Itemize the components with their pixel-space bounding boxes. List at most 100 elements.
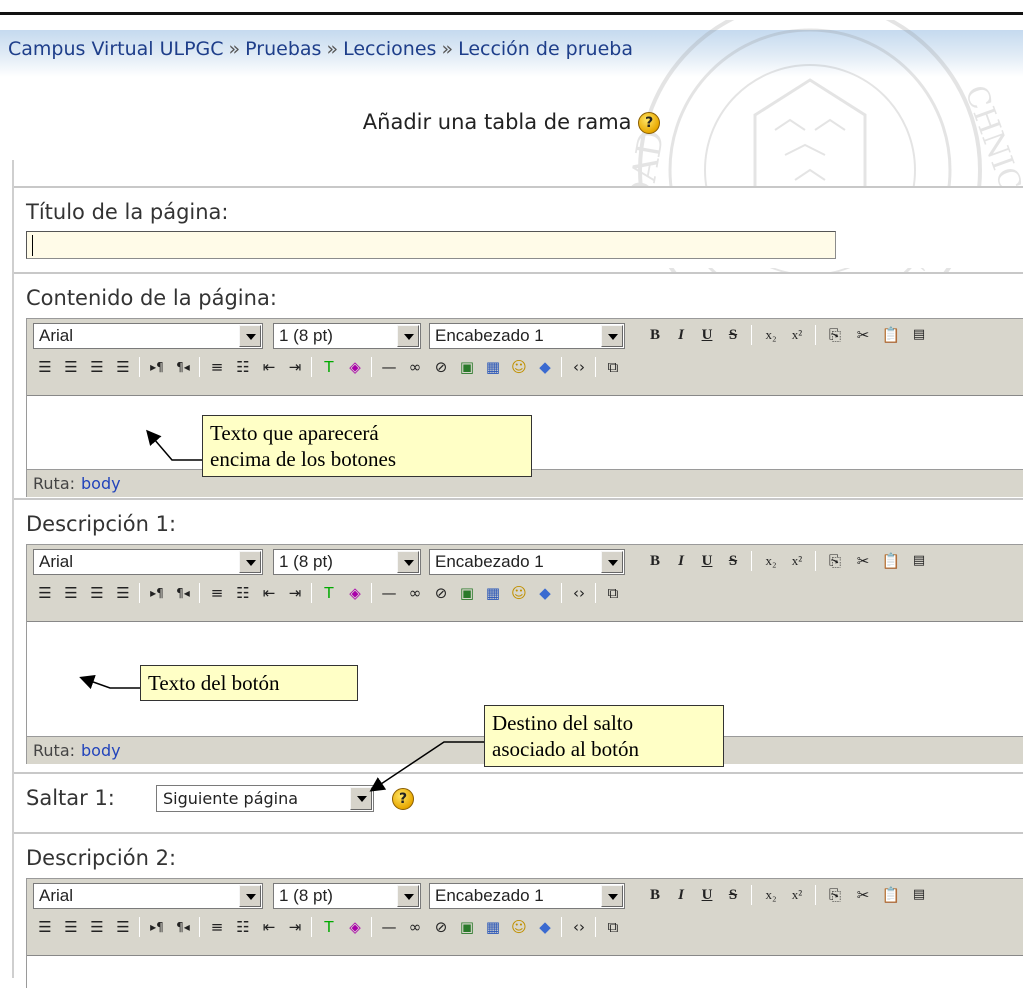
align-right-icon[interactable]: ☰ xyxy=(85,355,109,379)
bold-button[interactable]: B xyxy=(643,323,667,347)
fullscreen-icon[interactable]: ⧉ xyxy=(601,581,625,605)
copy-icon[interactable]: ⎘ xyxy=(823,549,847,573)
ltr-icon[interactable]: ▸¶ xyxy=(145,915,169,939)
table-icon[interactable]: ▦ xyxy=(481,915,505,939)
outdent-icon[interactable]: ⇤ xyxy=(257,581,281,605)
underline-button[interactable]: U xyxy=(695,549,719,573)
paste-word-icon[interactable]: ▤ xyxy=(907,549,931,573)
justify-icon[interactable]: ☰ xyxy=(111,915,135,939)
justify-icon[interactable]: ☰ xyxy=(111,581,135,605)
ordered-list-icon[interactable]: ≡ xyxy=(205,355,229,379)
bold-button[interactable]: B xyxy=(643,883,667,907)
font-family-select[interactable]: Arial xyxy=(33,883,263,909)
ltr-icon[interactable]: ▸¶ xyxy=(145,581,169,605)
link-icon[interactable]: ∞ xyxy=(403,915,427,939)
path-body-link[interactable]: body xyxy=(81,474,121,493)
smiley-icon[interactable]: ☺ xyxy=(507,355,531,379)
unlink-icon[interactable]: ⊘ xyxy=(429,581,453,605)
horizontal-rule-icon[interactable]: — xyxy=(377,581,401,605)
superscript-button[interactable]: x² xyxy=(785,323,809,347)
paste-icon[interactable]: 📋 xyxy=(879,883,903,907)
image-icon[interactable]: ▣ xyxy=(455,355,479,379)
font-size-select[interactable]: 1 (8 pt) xyxy=(273,883,421,909)
outdent-icon[interactable]: ⇤ xyxy=(257,355,281,379)
help-icon[interactable]: ? xyxy=(638,112,661,134)
subscript-button[interactable]: x₂ xyxy=(759,883,783,907)
text-color-icon[interactable]: T xyxy=(317,355,341,379)
ltr-icon[interactable]: ▸¶ xyxy=(145,355,169,379)
heading-select[interactable]: Encabezado 1 xyxy=(429,883,625,909)
page-title-input[interactable] xyxy=(26,231,836,259)
align-center-icon[interactable]: ☰ xyxy=(59,355,83,379)
font-size-select[interactable]: 1 (8 pt) xyxy=(273,549,421,575)
unlink-icon[interactable]: ⊘ xyxy=(429,355,453,379)
html-source-icon[interactable]: ‹› xyxy=(567,915,591,939)
align-left-icon[interactable]: ☰ xyxy=(33,915,57,939)
heading-select[interactable]: Encabezado 1 xyxy=(429,549,625,575)
text-color-icon[interactable]: T xyxy=(317,581,341,605)
fullscreen-icon[interactable]: ⧉ xyxy=(601,915,625,939)
underline-button[interactable]: U xyxy=(695,323,719,347)
copy-icon[interactable]: ⎘ xyxy=(823,323,847,347)
horizontal-rule-icon[interactable]: — xyxy=(377,915,401,939)
italic-button[interactable]: I xyxy=(669,549,693,573)
align-left-icon[interactable]: ☰ xyxy=(33,355,57,379)
jump-1-select[interactable]: Siguiente página xyxy=(156,785,374,812)
outdent-icon[interactable]: ⇤ xyxy=(257,915,281,939)
html-source-icon[interactable]: ‹› xyxy=(567,355,591,379)
special-char-icon[interactable]: ◆ xyxy=(533,915,557,939)
breadcrumb-home-link[interactable]: Campus Virtual ULPGC xyxy=(8,38,224,60)
paste-icon[interactable]: 📋 xyxy=(879,323,903,347)
cut-icon[interactable]: ✂ xyxy=(851,323,875,347)
underline-button[interactable]: U xyxy=(695,883,719,907)
align-right-icon[interactable]: ☰ xyxy=(85,581,109,605)
ordered-list-icon[interactable]: ≡ xyxy=(205,915,229,939)
unordered-list-icon[interactable]: ☷ xyxy=(231,355,255,379)
bg-color-icon[interactable]: ◈ xyxy=(343,915,367,939)
heading-select[interactable]: Encabezado 1 xyxy=(429,323,625,349)
superscript-button[interactable]: x² xyxy=(785,549,809,573)
smiley-icon[interactable]: ☺ xyxy=(507,915,531,939)
image-icon[interactable]: ▣ xyxy=(455,915,479,939)
font-size-select[interactable]: 1 (8 pt) xyxy=(273,323,421,349)
unordered-list-icon[interactable]: ☷ xyxy=(231,915,255,939)
path-body-link[interactable]: body xyxy=(81,741,121,760)
breadcrumb-lesson-link[interactable]: Lección de prueba xyxy=(458,38,633,60)
special-char-icon[interactable]: ◆ xyxy=(533,355,557,379)
superscript-button[interactable]: x² xyxy=(785,883,809,907)
special-char-icon[interactable]: ◆ xyxy=(533,581,557,605)
bg-color-icon[interactable]: ◈ xyxy=(343,581,367,605)
font-family-select[interactable]: Arial xyxy=(33,323,263,349)
cut-icon[interactable]: ✂ xyxy=(851,883,875,907)
jump-help-icon[interactable]: ? xyxy=(392,788,414,810)
paste-word-icon[interactable]: ▤ xyxy=(907,883,931,907)
link-icon[interactable]: ∞ xyxy=(403,581,427,605)
strikethrough-button[interactable]: S xyxy=(721,883,745,907)
align-center-icon[interactable]: ☰ xyxy=(59,581,83,605)
smiley-icon[interactable]: ☺ xyxy=(507,581,531,605)
subscript-button[interactable]: x₂ xyxy=(759,549,783,573)
rtl-icon[interactable]: ¶◂ xyxy=(171,581,195,605)
copy-icon[interactable]: ⎘ xyxy=(823,883,847,907)
horizontal-rule-icon[interactable]: — xyxy=(377,355,401,379)
font-family-select[interactable]: Arial xyxy=(33,549,263,575)
subscript-button[interactable]: x₂ xyxy=(759,323,783,347)
breadcrumb-course-link[interactable]: Pruebas xyxy=(245,38,321,60)
table-icon[interactable]: ▦ xyxy=(481,355,505,379)
rtl-icon[interactable]: ¶◂ xyxy=(171,355,195,379)
unlink-icon[interactable]: ⊘ xyxy=(429,915,453,939)
italic-button[interactable]: I xyxy=(669,883,693,907)
indent-icon[interactable]: ⇥ xyxy=(283,355,307,379)
align-right-icon[interactable]: ☰ xyxy=(85,915,109,939)
html-source-icon[interactable]: ‹› xyxy=(567,581,591,605)
fullscreen-icon[interactable]: ⧉ xyxy=(601,355,625,379)
cut-icon[interactable]: ✂ xyxy=(851,549,875,573)
justify-icon[interactable]: ☰ xyxy=(111,355,135,379)
paste-word-icon[interactable]: ▤ xyxy=(907,323,931,347)
indent-icon[interactable]: ⇥ xyxy=(283,915,307,939)
text-color-icon[interactable]: T xyxy=(317,915,341,939)
paste-icon[interactable]: 📋 xyxy=(879,549,903,573)
bg-color-icon[interactable]: ◈ xyxy=(343,355,367,379)
align-left-icon[interactable]: ☰ xyxy=(33,581,57,605)
align-center-icon[interactable]: ☰ xyxy=(59,915,83,939)
